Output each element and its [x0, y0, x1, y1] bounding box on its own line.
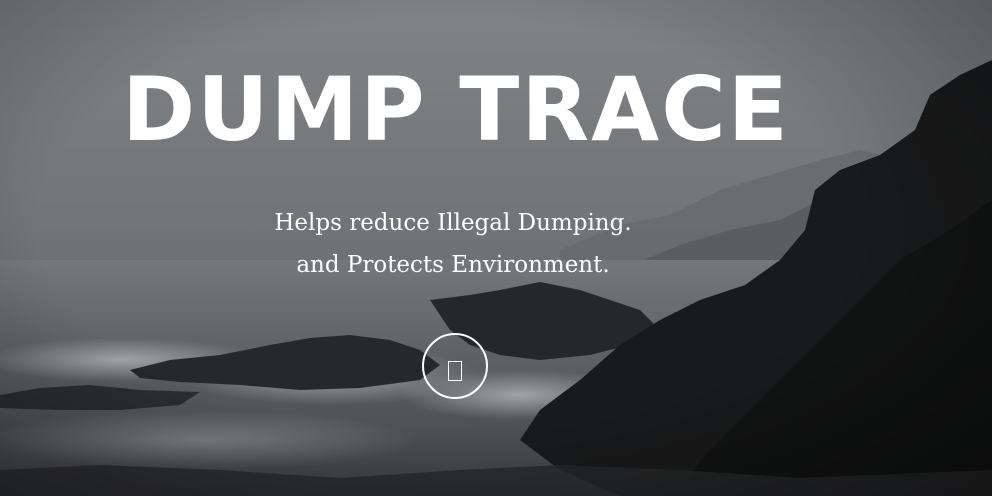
hero-section: DUMP TRACE Helps reduce Illegal Dumping.… — [0, 0, 992, 496]
tagline-line-2: and Protects Environment. — [296, 252, 610, 278]
hero-title: DUMP TRACE — [122, 58, 790, 161]
tagline-line-1: Helps reduce Illegal Dumping. — [274, 210, 632, 236]
scroll-down-button[interactable] — [422, 333, 488, 399]
scroll-down-icon — [448, 361, 462, 381]
hero-tagline: Helps reduce Illegal Dumping. and Protec… — [0, 202, 906, 286]
